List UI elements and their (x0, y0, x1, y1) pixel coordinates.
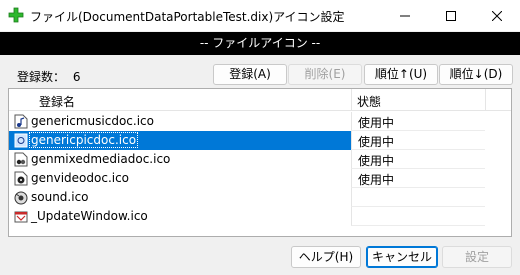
sound-icon (14, 191, 28, 205)
row-name: genericmusicdoc.ico (31, 114, 154, 128)
row-status-cell: 使用中 (351, 131, 485, 150)
mixed-media-icon (14, 152, 28, 167)
section-header: -- ファイルアイコン -- (0, 32, 520, 55)
picture-doc-icon (14, 133, 28, 148)
column-divider[interactable] (485, 89, 486, 111)
row-name: genmixedmediadoc.ico (31, 152, 171, 166)
row-name-cell: _UpdateWindow.ico (9, 207, 351, 226)
row-status: 使用中 (358, 154, 395, 168)
list-row-selected[interactable]: genericpicdoc.ico 使用中 (9, 131, 511, 150)
row-status: 使用中 (358, 135, 395, 149)
row-name-cell: genericpicdoc.ico (9, 131, 351, 150)
row-name-cell: sound.ico (9, 188, 351, 207)
help-button[interactable]: ヘルプ(H) (291, 246, 361, 268)
maximize-icon (446, 10, 456, 21)
icon-list[interactable]: 登録名 状態 genericmusicdoc.ico 使用中 genericpi… (8, 88, 512, 237)
green-plus-icon (8, 7, 24, 23)
list-row[interactable]: genericmusicdoc.ico 使用中 (9, 112, 511, 131)
row-name: _UpdateWindow.ico (31, 209, 148, 223)
column-divider[interactable] (351, 89, 352, 111)
row-name-cell: genmixedmediadoc.ico (9, 150, 351, 169)
move-up-button[interactable]: 順位↑(U) (364, 64, 438, 85)
row-name: genericpicdoc.ico (28, 132, 139, 148)
music-doc-icon (14, 114, 28, 129)
list-row[interactable]: _UpdateWindow.ico (9, 207, 511, 226)
minimize-button[interactable] (382, 0, 428, 31)
row-status: 使用中 (358, 173, 395, 187)
row-status: 使用中 (358, 116, 395, 130)
row-name-cell: genericmusicdoc.ico (9, 112, 351, 131)
maximize-button[interactable] (428, 0, 474, 31)
close-icon (492, 10, 502, 21)
column-header-name[interactable]: 登録名 (39, 93, 75, 110)
list-row[interactable]: genmixedmediadoc.ico 使用中 (9, 150, 511, 169)
video-doc-icon (14, 171, 28, 186)
cancel-button[interactable]: キャンセル (366, 246, 438, 268)
row-name: genvideodoc.ico (31, 171, 130, 185)
row-status-cell: 使用中 (351, 150, 485, 169)
list-header: 登録名 状態 (9, 89, 511, 111)
delete-button[interactable]: 削除(E) (288, 64, 362, 85)
apply-button[interactable]: 設定 (442, 246, 512, 268)
count-value: 6 (72, 70, 81, 84)
count-label: 登録数： (17, 70, 66, 84)
row-status-cell (351, 188, 485, 207)
column-header-status[interactable]: 状態 (357, 93, 381, 110)
registration-count: 登録数： 6 (17, 68, 80, 85)
row-status-cell: 使用中 (351, 169, 485, 188)
list-row[interactable]: genvideodoc.ico 使用中 (9, 169, 511, 188)
list-row[interactable]: sound.ico (9, 188, 511, 207)
row-name: sound.ico (31, 190, 89, 204)
register-button[interactable]: 登録(A) (213, 64, 287, 85)
row-name-cell: genvideodoc.ico (9, 169, 351, 188)
row-status-cell: 使用中 (351, 112, 485, 131)
move-down-button[interactable]: 順位↓(D) (439, 64, 513, 85)
update-window-icon (14, 211, 28, 223)
title-bar: ファイル(DocumentDataPortableTest.dix)アイコン設定 (0, 0, 520, 31)
minimize-icon (400, 15, 410, 16)
window-title: ファイル(DocumentDataPortableTest.dix)アイコン設定 (30, 10, 345, 24)
row-status-cell (351, 207, 485, 226)
close-button[interactable] (474, 0, 520, 31)
